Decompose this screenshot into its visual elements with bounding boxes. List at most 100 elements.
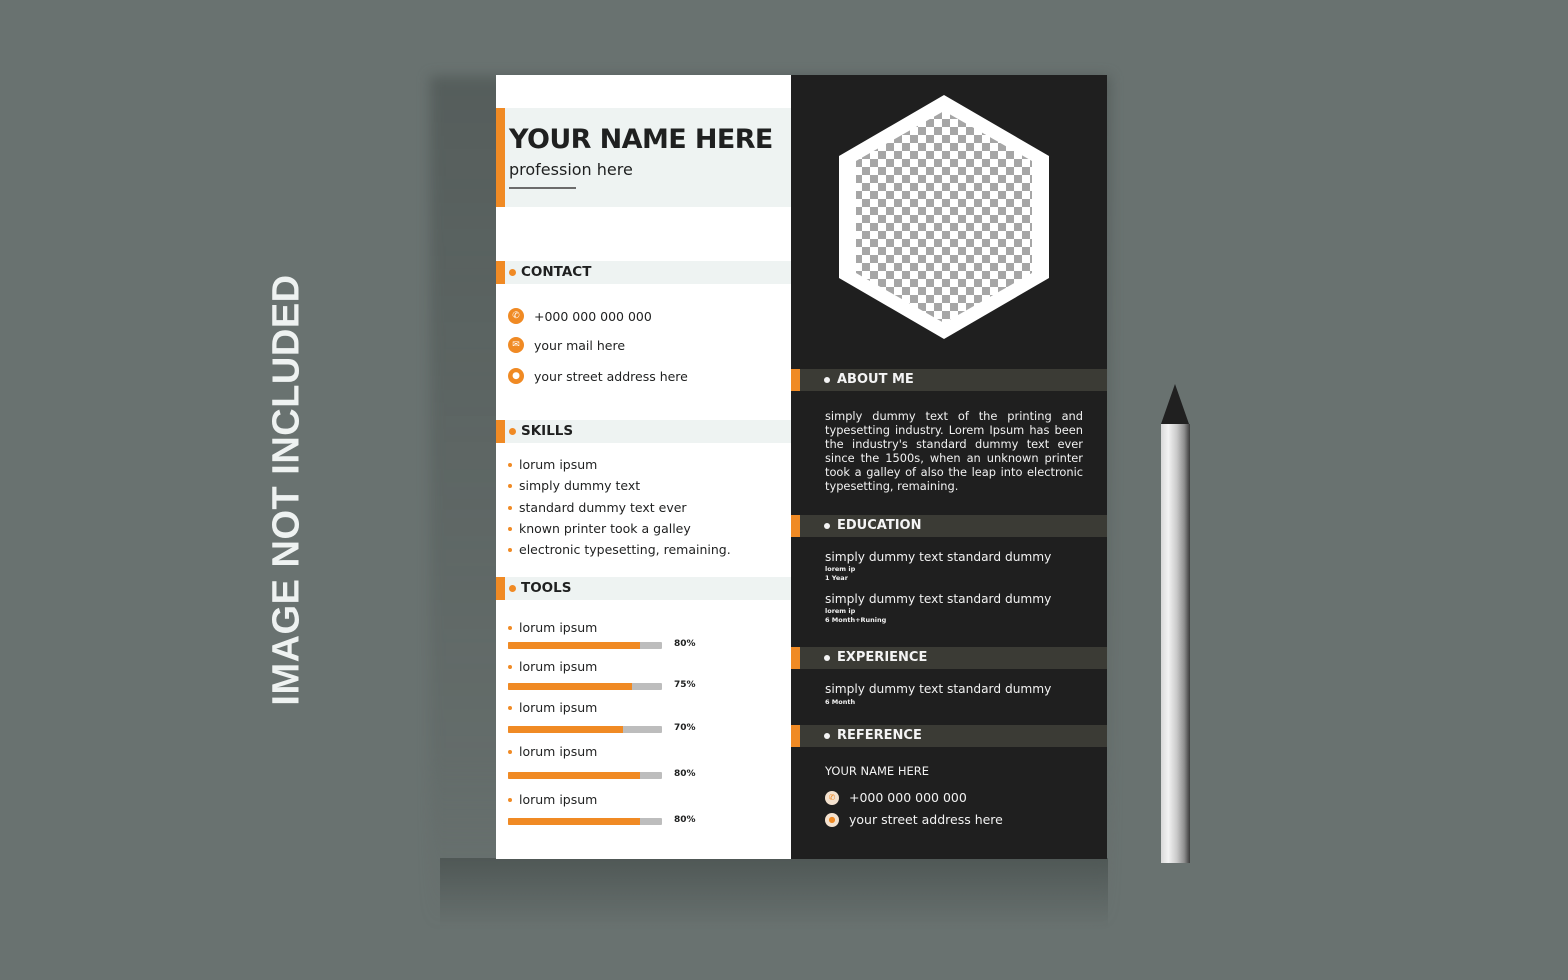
bullet-dot [508, 505, 512, 510]
skill-item: standard dummy text ever [508, 500, 687, 515]
tool-progress-bar [508, 818, 662, 825]
section-title: EXPERIENCE [837, 650, 928, 665]
mail-icon: ✉ [508, 337, 524, 353]
pencil-decoration [1161, 384, 1190, 863]
page-shadow-bottom [440, 858, 1108, 928]
skill-item: known printer took a galley [508, 521, 691, 536]
contact-text: +000 000 000 000 [534, 308, 652, 324]
bullet-dot [509, 269, 516, 276]
name-underline [509, 187, 576, 189]
bullet-dot [508, 483, 512, 488]
accent-bar [496, 420, 505, 443]
reference-phone-row: ✆ +000 000 000 000 [825, 790, 967, 805]
reference-section-header: REFERENCE [791, 725, 1107, 747]
education-entry-duration: 6 Month+Runing [825, 616, 887, 624]
name-header: YOUR NAME HERE profession here [496, 108, 791, 207]
tool-item-label: lorum ipsum [508, 659, 597, 674]
tool-percent-label: 80% [674, 815, 696, 825]
section-title: ABOUT ME [837, 372, 914, 387]
contact-item-phone: ✆ +000 000 000 000 [508, 308, 652, 324]
tool-progress-bar [508, 772, 662, 779]
accent-bar [791, 647, 800, 669]
education-entry-subtitle: lorem ip [825, 565, 856, 573]
skill-text: standard dummy text ever [519, 500, 687, 515]
education-entry-subtitle: lorem ip [825, 607, 856, 615]
tool-progress-fill [508, 726, 624, 733]
pencil-body [1161, 424, 1190, 863]
about-section-header: ABOUT ME [791, 369, 1107, 391]
profession-subtitle: profession here [509, 160, 633, 179]
skill-item: electronic typesetting, remaining. [508, 542, 731, 557]
contact-text: your mail here [534, 337, 626, 353]
location-pin-icon: ● [508, 368, 524, 384]
location-pin-icon: ● [825, 812, 839, 827]
bullet-dot [508, 625, 512, 630]
accent-bar [496, 261, 505, 284]
contact-item-mail: ✉ your mail here [508, 337, 625, 353]
name-title: YOUR NAME HERE [509, 124, 773, 155]
tool-percent-label: 70% [674, 723, 696, 733]
bullet-dot [509, 428, 516, 435]
about-text: simply dummy text of the printing and ty… [825, 409, 1083, 493]
bullet-dot [824, 377, 830, 383]
accent-bar [791, 369, 800, 391]
accent-bar [791, 725, 800, 747]
bullet-dot [824, 655, 830, 661]
section-title: SKILLS [521, 423, 574, 439]
tool-progress-fill [508, 642, 640, 649]
education-section-header: EDUCATION [791, 515, 1107, 537]
contact-section-header: CONTACT [496, 261, 791, 284]
phone-icon: ✆ [508, 308, 524, 324]
tool-progress-fill [508, 818, 640, 825]
bullet-dot [508, 526, 512, 531]
tool-text: lorum ipsum [519, 744, 598, 759]
tool-progress-bar [508, 683, 662, 690]
skill-text: electronic typesetting, remaining. [519, 542, 731, 557]
education-entry-duration: 1 Year [825, 574, 848, 582]
bullet-dot [508, 547, 512, 552]
pencil-tip [1161, 384, 1189, 424]
reference-address: your street address here [849, 812, 1003, 827]
experience-entry-duration: 6 Month [825, 698, 856, 706]
photo-placeholder[interactable] [838, 95, 1050, 339]
contact-text: your street address here [534, 368, 688, 384]
tool-text: lorum ipsum [519, 700, 598, 715]
tools-section-header: TOOLS [496, 577, 791, 600]
bullet-dot [508, 797, 512, 802]
skill-text: simply dummy text [519, 478, 641, 493]
resume-page: YOUR NAME HERE profession here CONTACT ✆… [496, 75, 1107, 859]
experience-section-header: EXPERIENCE [791, 647, 1107, 669]
accent-bar [496, 108, 505, 207]
hexagon-photo-frame [839, 95, 1049, 339]
tool-text: lorum ipsum [519, 620, 598, 635]
experience-entry-title: simply dummy text standard dummy [825, 682, 1052, 696]
watermark-text: IMAGE NOT INCLUDED [265, 274, 308, 706]
tool-item-label: lorum ipsum [508, 700, 597, 715]
bullet-dot [508, 664, 512, 669]
skill-text: lorum ipsum [519, 457, 598, 472]
tool-progress-fill [508, 683, 632, 690]
tool-item-label: lorum ipsum [508, 744, 597, 759]
left-column: YOUR NAME HERE profession here CONTACT ✆… [496, 75, 791, 859]
tool-percent-label: 80% [674, 639, 696, 649]
skill-text: known printer took a galley [519, 521, 691, 536]
tool-text: lorum ipsum [519, 659, 598, 674]
skill-item: lorum ipsum [508, 457, 597, 472]
education-entry-title: simply dummy text standard dummy [825, 592, 1052, 606]
tool-progress-bar [508, 726, 662, 733]
accent-bar [496, 577, 505, 600]
tool-text: lorum ipsum [519, 792, 598, 807]
tool-item-label: lorum ipsum [508, 620, 597, 635]
section-title: TOOLS [521, 580, 572, 596]
contact-item-address: ● your street address here [508, 368, 688, 384]
section-title: REFERENCE [837, 728, 922, 743]
accent-bar [791, 515, 800, 537]
right-column: ABOUT ME simply dummy text of the printi… [791, 75, 1107, 859]
skills-section-header: SKILLS [496, 420, 791, 443]
bullet-dot [509, 585, 516, 592]
reference-address-row: ● your street address here [825, 812, 1003, 827]
tool-percent-label: 75% [674, 680, 696, 690]
section-title: CONTACT [521, 264, 592, 280]
tool-progress-fill [508, 772, 640, 779]
bullet-dot [824, 523, 830, 529]
